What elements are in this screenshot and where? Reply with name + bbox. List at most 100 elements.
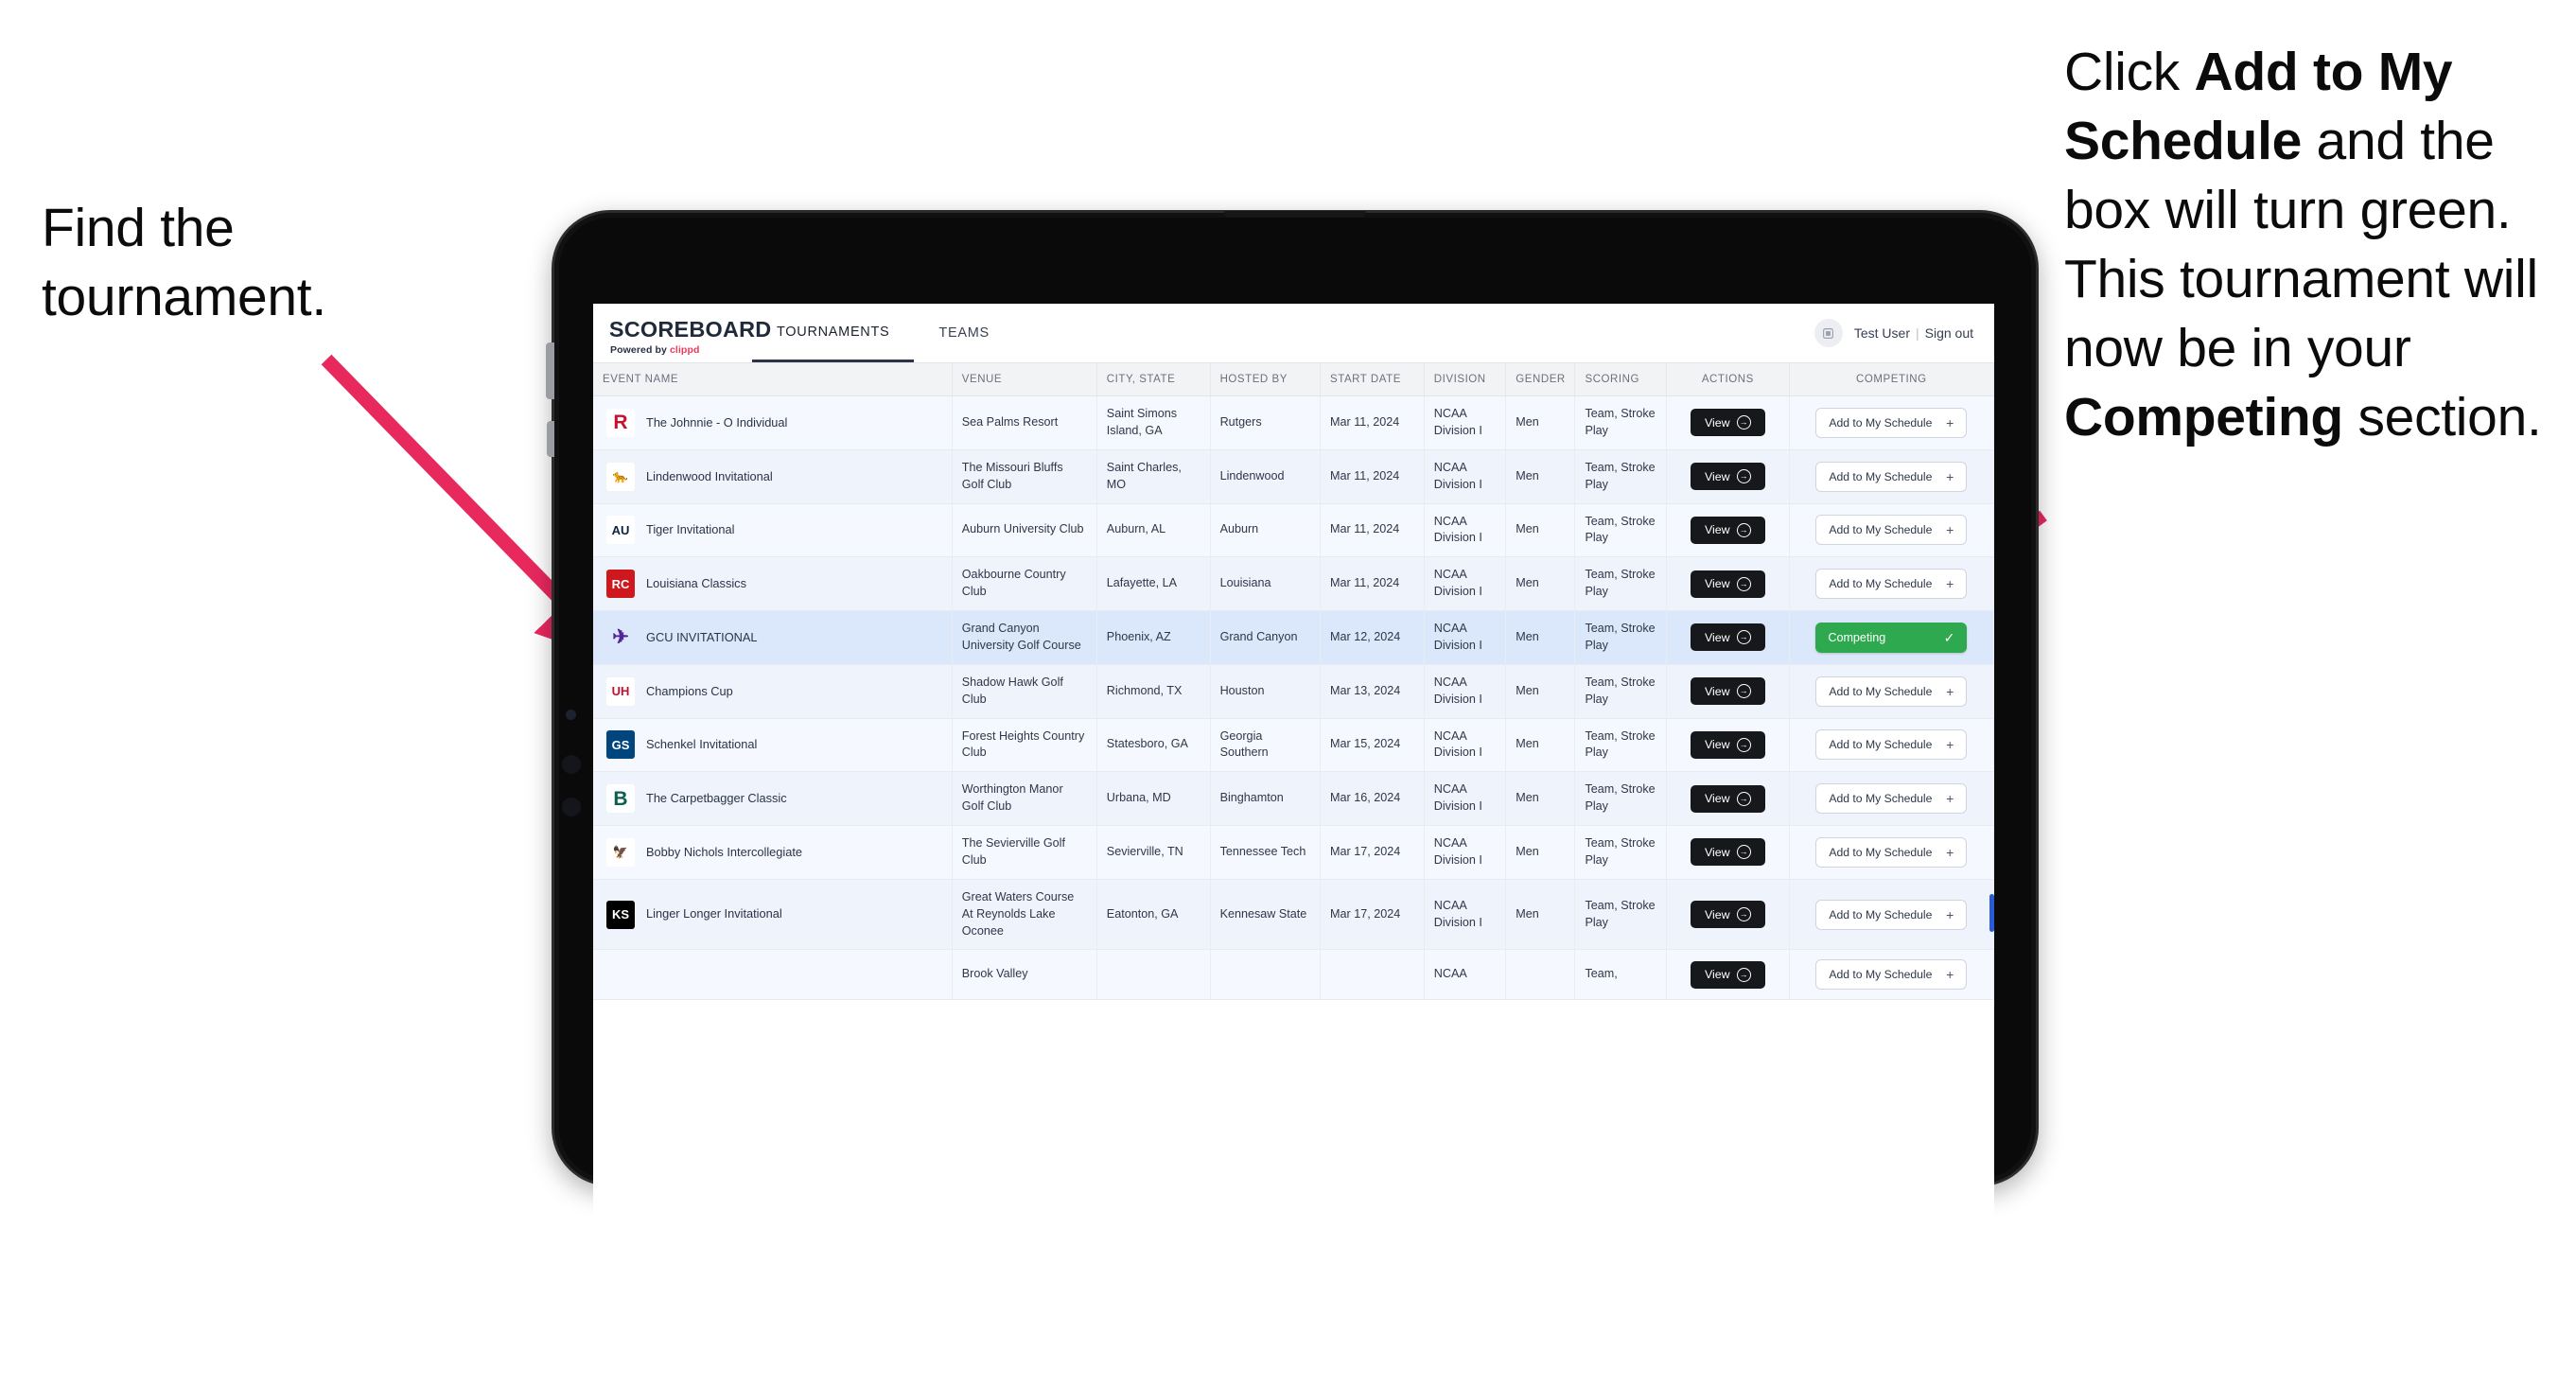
col-city-state[interactable]: CITY, STATE (1096, 363, 1211, 396)
cell-start-date: Mar 17, 2024 (1320, 825, 1425, 880)
view-button[interactable]: View → (1690, 623, 1765, 652)
power-button[interactable] (546, 342, 554, 399)
col-actions[interactable]: ACTIONS (1666, 363, 1790, 396)
cell-gender: Men (1505, 879, 1576, 951)
view-button[interactable]: View → (1690, 570, 1765, 598)
table-row[interactable]: AU Tiger Invitational Auburn University Cl… (593, 503, 1994, 558)
view-label: View (1704, 684, 1730, 698)
plus-icon: + (1946, 791, 1954, 807)
cell-division: NCAA Division I (1424, 825, 1507, 880)
tab-tournaments[interactable]: TOURNAMENTS (752, 304, 915, 362)
volume-button[interactable] (547, 421, 554, 457)
add-label: Add to My Schedule (1829, 845, 1933, 859)
table-row[interactable]: UH Champions Cup Shadow Hawk Golf Club Rich… (593, 664, 1994, 719)
col-start-date[interactable]: START DATE (1320, 363, 1425, 396)
view-button[interactable]: View → (1690, 901, 1765, 929)
table-row[interactable]: 🦅 Bobby Nichols Intercollegiate The Sevier… (593, 825, 1994, 880)
col-scoring[interactable]: SCORING (1574, 363, 1667, 396)
col-gender[interactable]: GENDER (1505, 363, 1576, 396)
cell-event-name: 🦅 Bobby Nichols Intercollegiate (593, 825, 953, 880)
cell-division: NCAA Division I (1424, 771, 1507, 826)
col-hosted-by[interactable]: HOSTED BY (1210, 363, 1322, 396)
table-row[interactable]: R The Johnnie - O Individual Sea Palms Res… (593, 395, 1994, 450)
view-label: View (1704, 845, 1730, 859)
add-to-my-schedule-button[interactable]: Add to My Schedule + (1815, 729, 1968, 761)
view-button[interactable]: View → (1690, 516, 1765, 544)
add-to-my-schedule-button[interactable]: Add to My Schedule + (1815, 515, 1968, 546)
add-to-my-schedule-button[interactable]: Add to My Schedule + (1815, 836, 1968, 868)
arrow-right-circle-icon: → (1736, 415, 1751, 430)
cell-city-state: Auburn, AL (1096, 503, 1211, 558)
view-label: View (1704, 907, 1730, 921)
add-label: Add to My Schedule (1829, 415, 1933, 430)
view-button[interactable]: View → (1690, 463, 1765, 491)
camera-icon (566, 710, 576, 720)
col-event-name[interactable]: EVENT NAME (593, 363, 953, 396)
tablet-screen: SCOREBOARD Powered by clippd TOURNAMENTS… (593, 304, 1994, 1282)
add-to-my-schedule-button[interactable]: Add to My Schedule + (1815, 675, 1968, 707)
view-button[interactable]: View → (1690, 838, 1765, 867)
cell-actions: View → (1666, 610, 1790, 665)
cell-competing: Add to My Schedule + (1789, 664, 1994, 719)
cell-scoring: Team, Stroke Play (1574, 825, 1667, 880)
sensor-dot-2-icon (562, 798, 581, 816)
add-to-my-schedule-button[interactable]: Add to My Schedule + (1815, 461, 1968, 492)
cell-hosted-by: Grand Canyon (1210, 610, 1322, 665)
brand-logo[interactable]: SCOREBOARD Powered by clippd (593, 304, 771, 362)
plus-icon: + (1946, 737, 1954, 753)
add-to-my-schedule-button[interactable]: Add to My Schedule + (1815, 407, 1968, 438)
sign-out-link[interactable]: Sign out (1925, 325, 1973, 341)
col-venue[interactable]: VENUE (952, 363, 1097, 396)
cell-actions: View → (1666, 949, 1790, 1001)
cell-event-name: RC Louisiana Classics (593, 556, 953, 611)
cell-city-state (1096, 949, 1211, 1001)
col-division[interactable]: DIVISION (1424, 363, 1507, 396)
table-row[interactable]: B The Carpetbagger Classic Worthington Man… (593, 771, 1994, 826)
competing-label: Competing (1828, 630, 1886, 644)
view-button[interactable]: View → (1690, 677, 1765, 706)
table-row[interactable]: KS Linger Longer Invitational Great Waters… (593, 879, 1994, 951)
view-button[interactable]: View → (1690, 784, 1765, 813)
table-row[interactable]: ✈ GCU INVITATIONAL Grand Canyon University… (593, 610, 1994, 665)
cell-scoring: Team, Stroke Play (1574, 664, 1667, 719)
cell-actions: View → (1666, 825, 1790, 880)
table-row[interactable]: GS Schenkel Invitational Forest Heights Co… (593, 718, 1994, 773)
view-button[interactable]: View → (1690, 730, 1765, 759)
tablet-device: SCOREBOARD Powered by clippd TOURNAMENTS… (546, 210, 2039, 1282)
annotation-text: Click (2064, 42, 2195, 102)
cell-venue: Forest Heights Country Club (952, 718, 1097, 773)
view-button[interactable]: View → (1690, 409, 1765, 437)
cell-competing: Add to My Schedule + (1789, 771, 1994, 826)
view-label: View (1704, 738, 1730, 752)
cell-gender: Men (1505, 449, 1576, 504)
user-avatar-icon[interactable] (1814, 319, 1843, 347)
user-info: Test User | Sign out (1854, 325, 1973, 341)
vertical-scrollbar[interactable] (1989, 894, 1994, 932)
tournaments-table: EVENT NAME VENUE CITY, STATE HOSTED BY S… (593, 363, 1994, 1001)
table-row[interactable]: RC Louisiana Classics Oakbourne Country Cl… (593, 556, 1994, 611)
cell-division: NCAA (1424, 949, 1507, 1001)
table-row[interactable]: 🐆 Lindenwood Invitational The Missouri Blu… (593, 449, 1994, 504)
tab-teams[interactable]: TEAMS (914, 304, 1013, 362)
table-body: R The Johnnie - O Individual Sea Palms Res… (593, 395, 1994, 1001)
add-to-my-schedule-button[interactable]: Add to My Schedule + (1815, 899, 1968, 930)
cell-scoring: Team, Stroke Play (1574, 610, 1667, 665)
add-to-my-schedule-button[interactable]: Add to My Schedule + (1815, 569, 1968, 600)
table-row[interactable]: Brook Valley NCAA Team, View → Add to My Sche… (593, 949, 1994, 1001)
cell-actions: View → (1666, 449, 1790, 504)
add-to-my-schedule-button[interactable]: Add to My Schedule + (1815, 783, 1968, 815)
cell-division: NCAA Division I (1424, 718, 1507, 773)
cell-competing: Add to My Schedule + (1789, 879, 1994, 951)
team-logo-icon: KS (606, 900, 635, 929)
cell-event-name: AU Tiger Invitational (593, 503, 953, 558)
cell-start-date: Mar 12, 2024 (1320, 610, 1425, 665)
powered-by-text: Powered by (610, 343, 670, 356)
arrow-right-circle-icon: → (1736, 845, 1751, 860)
view-button[interactable]: View → (1690, 960, 1765, 989)
competing-button[interactable]: Competing ✓ (1815, 622, 1968, 653)
cell-gender: Men (1505, 556, 1576, 611)
app-header: SCOREBOARD Powered by clippd TOURNAMENTS… (593, 304, 1994, 363)
col-competing[interactable]: COMPETING (1789, 363, 1994, 396)
add-to-my-schedule-button[interactable]: Add to My Schedule + (1815, 959, 1968, 991)
event-name-label: Champions Cup (646, 683, 733, 698)
